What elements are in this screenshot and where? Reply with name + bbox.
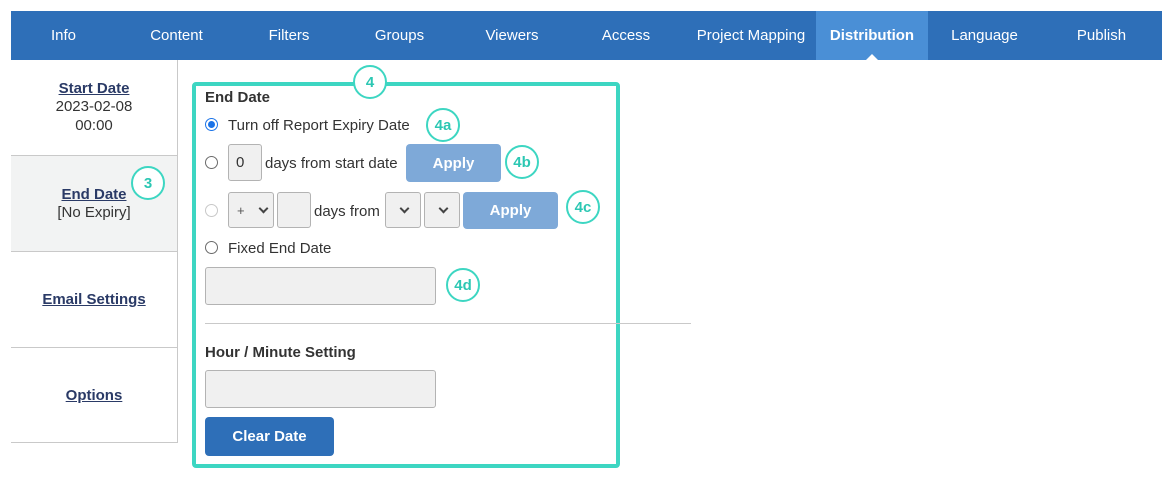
tab-distribution[interactable]: Distribution (816, 11, 928, 61)
annotation-badge-4: 4 (353, 65, 387, 99)
sidebar-item-label[interactable]: End Date (61, 186, 126, 203)
fixed-end-date-label: Fixed End Date (228, 240, 332, 257)
days-from-start-label: days from start date (265, 155, 398, 172)
sidebar-item-label[interactable]: Options (66, 387, 123, 404)
annotation-badge-4a: 4a (426, 108, 460, 142)
turn-off-expiry-label: Turn off Report Expiry Date (228, 117, 410, 134)
sidebar: Start Date 2023-02-08 00:00 End Date [No… (11, 60, 178, 443)
reference-unit-select[interactable] (424, 192, 460, 228)
start-date-value: 2023-02-08 (55, 98, 133, 115)
chevron-down-icon (399, 203, 409, 213)
tab-groups[interactable]: Groups (341, 11, 458, 60)
sign-select[interactable]: + (228, 192, 274, 228)
sign-select-value: + (237, 202, 245, 218)
days-from-label: days from (314, 203, 380, 220)
tab-viewers[interactable]: Viewers (458, 11, 566, 60)
tab-project-mapping[interactable]: Project Mapping (686, 11, 816, 60)
clear-date-button[interactable]: Clear Date (205, 417, 334, 456)
days-from-start-input[interactable]: 0 (228, 144, 262, 181)
top-nav-bar: Info Content Filters Groups Viewers Acce… (11, 11, 1162, 61)
annotation-badge-4c: 4c (566, 190, 600, 224)
hour-minute-heading: Hour / Minute Setting (205, 344, 356, 361)
annotation-badge-4b: 4b (505, 145, 539, 179)
sidebar-item-email-settings[interactable]: Email Settings (11, 252, 177, 348)
tab-info[interactable]: Info (11, 11, 116, 60)
radio-days-from-relative[interactable] (205, 204, 218, 217)
radio-turn-off-expiry[interactable] (205, 118, 218, 131)
reference-date-select[interactable] (385, 192, 421, 228)
section-divider (205, 323, 691, 324)
tab-filters[interactable]: Filters (237, 11, 341, 60)
days-relative-input[interactable] (277, 192, 311, 228)
annotation-badge-3: 3 (131, 166, 165, 200)
start-time-value: 00:00 (75, 117, 113, 134)
tab-access[interactable]: Access (566, 11, 686, 60)
tab-publish[interactable]: Publish (1041, 11, 1162, 60)
apply-days-from-relative-button[interactable]: Apply (463, 192, 558, 229)
chevron-down-icon (258, 203, 269, 213)
sidebar-item-label[interactable]: Email Settings (42, 291, 145, 308)
annotation-badge-4d: 4d (446, 268, 480, 302)
apply-days-from-start-button[interactable]: Apply (406, 144, 501, 182)
chevron-down-icon (438, 203, 448, 213)
sidebar-item-start-date[interactable]: Start Date 2023-02-08 00:00 (11, 60, 177, 156)
sidebar-item-options[interactable]: Options (11, 348, 177, 443)
end-date-heading: End Date (205, 89, 271, 106)
radio-fixed-end-date[interactable] (205, 241, 218, 254)
sidebar-item-label[interactable]: Start Date (59, 80, 130, 97)
hour-minute-input[interactable] (205, 370, 436, 408)
radio-days-from-start[interactable] (205, 156, 218, 169)
tab-content[interactable]: Content (116, 11, 237, 60)
fixed-end-date-input[interactable] (205, 267, 436, 305)
end-date-value: [No Expiry] (57, 203, 131, 221)
tab-language[interactable]: Language (928, 11, 1041, 60)
